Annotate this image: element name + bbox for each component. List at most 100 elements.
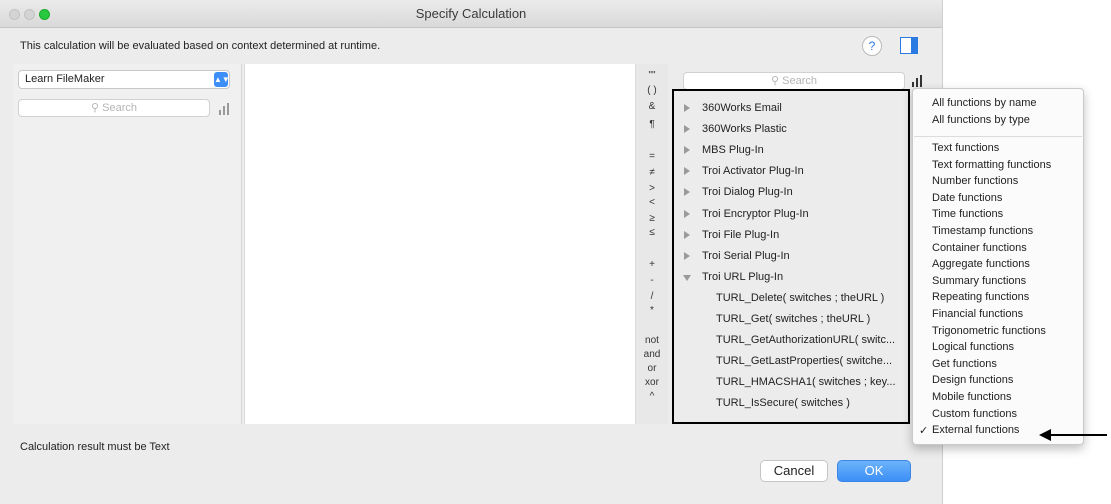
function-category-label: Troi URL Plug-In xyxy=(702,270,784,283)
function-category-label: Troi Encryptor Plug-In xyxy=(702,207,809,220)
operator-button[interactable]: ≥ xyxy=(636,213,668,224)
operator-button[interactable]: / xyxy=(636,291,668,302)
function-item-label: TURL_HMACSHA1( switches ; key... xyxy=(716,376,896,389)
function-item-label: TURL_IsSecure( switches ) xyxy=(716,397,850,410)
function-category-item[interactable]: 360Works Email xyxy=(674,100,908,120)
operator-button[interactable]: & xyxy=(636,101,668,112)
field-sort-icon[interactable] xyxy=(218,103,230,115)
cancel-button[interactable]: Cancel xyxy=(760,460,828,482)
operator-button[interactable]: + xyxy=(636,259,668,270)
menu-item[interactable]: Number functions xyxy=(932,175,1018,187)
function-category-item[interactable]: Troi Encryptor Plug-In xyxy=(674,206,908,226)
search-icon: ⚲ xyxy=(91,102,103,114)
function-item[interactable]: TURL_IsSecure( switches ) xyxy=(674,395,908,415)
menu-item[interactable]: Aggregate functions xyxy=(932,258,1030,270)
function-category-label: Troi Serial Plug-In xyxy=(702,249,790,262)
menu-item[interactable]: Custom functions xyxy=(932,408,1017,420)
function-category-item[interactable]: Troi Dialog Plug-In xyxy=(674,184,908,204)
function-item-label: TURL_GetLastProperties( switche... xyxy=(716,355,893,368)
callout-arrow-line xyxy=(1049,434,1107,436)
disclosure-closed-icon[interactable] xyxy=(684,188,690,197)
operator-button[interactable]: ^ xyxy=(636,391,668,402)
disclosure-closed-icon[interactable] xyxy=(684,104,690,112)
disclosure-closed-icon[interactable] xyxy=(684,209,690,218)
disclosure-closed-icon[interactable] xyxy=(684,125,690,134)
menu-item[interactable]: Date functions xyxy=(932,192,1002,204)
operator-button[interactable]: and xyxy=(636,349,668,360)
menu-item[interactable]: Container functions xyxy=(932,242,1027,254)
function-category-item[interactable]: Troi Activator Plug-In xyxy=(674,163,908,183)
operator-button[interactable]: "" xyxy=(636,70,668,81)
disclosure-closed-icon[interactable] xyxy=(684,146,690,155)
operator-button[interactable]: ≠ xyxy=(636,167,668,178)
menu-item[interactable]: Financial functions xyxy=(932,308,1023,320)
function-search-placeholder: Search xyxy=(782,75,817,87)
function-item[interactable]: TURL_Get( switches ; theURL ) xyxy=(674,311,908,331)
function-category-label: Troi File Plug-In xyxy=(702,228,780,241)
menu-item[interactable]: Trigonometric functions xyxy=(932,325,1046,337)
specify-calculation-dialog: Specify Calculation This calculation wil… xyxy=(0,0,943,504)
function-category-item[interactable]: 360Works Plastic xyxy=(674,121,908,141)
operator-button[interactable]: - xyxy=(636,275,668,286)
table-occurrence-select[interactable]: Learn FileMaker ▲▼ xyxy=(18,70,230,89)
menu-item[interactable]: Design functions xyxy=(932,374,1013,386)
menu-item[interactable]: Text functions xyxy=(932,142,999,154)
menu-item[interactable]: Logical functions xyxy=(932,341,1014,353)
menu-item[interactable]: All functions by name xyxy=(932,97,1037,109)
disclosure-open-icon[interactable] xyxy=(683,274,691,281)
function-item-label: TURL_GetAuthorizationURL( switc... xyxy=(716,334,896,347)
operator-button[interactable]: * xyxy=(636,305,668,316)
operator-button[interactable]: not xyxy=(636,335,668,346)
menu-separator xyxy=(914,136,1082,137)
window-title: Specify Calculation xyxy=(415,6,527,21)
menu-item[interactable]: Summary functions xyxy=(932,275,1026,287)
function-item-label: TURL_Delete( switches ; theURL ) xyxy=(716,291,885,304)
disclosure-closed-icon[interactable] xyxy=(684,230,690,239)
chevron-updown-icon: ▲▼ xyxy=(214,72,230,87)
menu-item[interactable]: Repeating functions xyxy=(932,291,1029,303)
title-bar: Specify Calculation xyxy=(0,0,942,28)
checkmark-icon: ✓ xyxy=(919,425,929,438)
function-search-input[interactable]: ⚲ Search xyxy=(683,72,905,90)
function-item[interactable]: TURL_GetAuthorizationURL( switc... xyxy=(674,332,908,352)
function-category-label: MBS Plug-In xyxy=(702,144,764,157)
calculation-editor[interactable] xyxy=(244,64,636,424)
operator-button[interactable]: ≤ xyxy=(636,227,668,238)
disclosure-closed-icon[interactable] xyxy=(684,167,690,176)
result-type-text: Calculation result must be Text xyxy=(20,441,170,453)
function-category-item[interactable]: Troi Serial Plug-In xyxy=(674,248,908,268)
ok-button[interactable]: OK xyxy=(837,460,911,482)
menu-item[interactable]: Text formatting functions xyxy=(932,159,1051,171)
menu-item[interactable]: Timestamp functions xyxy=(932,225,1033,237)
function-item[interactable]: TURL_HMACSHA1( switches ; key... xyxy=(674,374,908,394)
menu-item[interactable]: All functions by type xyxy=(932,114,1030,126)
toggle-panel-icon[interactable] xyxy=(900,37,918,54)
help-button[interactable]: ? xyxy=(862,36,882,56)
operator-button[interactable]: < xyxy=(636,197,668,208)
function-category-item[interactable]: MBS Plug-In xyxy=(674,142,908,162)
operator-button[interactable]: ¶ xyxy=(636,119,668,130)
function-item[interactable]: TURL_GetLastProperties( switche... xyxy=(674,353,908,373)
function-category-item[interactable]: Troi URL Plug-In xyxy=(674,269,908,289)
functions-list: 360Works Email 360Works Plastic MBS Plug-I… xyxy=(672,89,910,424)
function-type-menu: All functions by name All functions by ty… xyxy=(912,88,1084,445)
function-category-item[interactable]: Troi File Plug-In xyxy=(674,227,908,247)
operator-button[interactable]: > xyxy=(636,183,668,194)
menu-item[interactable]: Mobile functions xyxy=(932,391,1012,403)
context-description: This calculation will be evaluated based… xyxy=(20,40,381,52)
table-occurrence-value: Learn FileMaker xyxy=(25,73,105,85)
menu-item[interactable]: Get functions xyxy=(932,358,997,370)
function-view-icon[interactable] xyxy=(911,75,923,87)
field-search-input[interactable]: ⚲ Search xyxy=(18,99,210,117)
operator-button[interactable]: or xyxy=(636,363,668,374)
callout-arrow-head xyxy=(1039,429,1051,441)
function-item[interactable]: TURL_Delete( switches ; theURL ) xyxy=(674,290,908,310)
operator-button[interactable]: = xyxy=(636,151,668,162)
function-category-label: Troi Activator Plug-In xyxy=(702,165,804,178)
menu-item[interactable]: External functions xyxy=(932,424,1019,436)
menu-item[interactable]: Time functions xyxy=(932,208,1003,220)
disclosure-closed-icon[interactable] xyxy=(684,251,690,260)
operator-button[interactable]: xor xyxy=(636,377,668,388)
operator-button[interactable]: ( ) xyxy=(636,85,668,96)
field-search-placeholder: Search xyxy=(102,102,137,114)
